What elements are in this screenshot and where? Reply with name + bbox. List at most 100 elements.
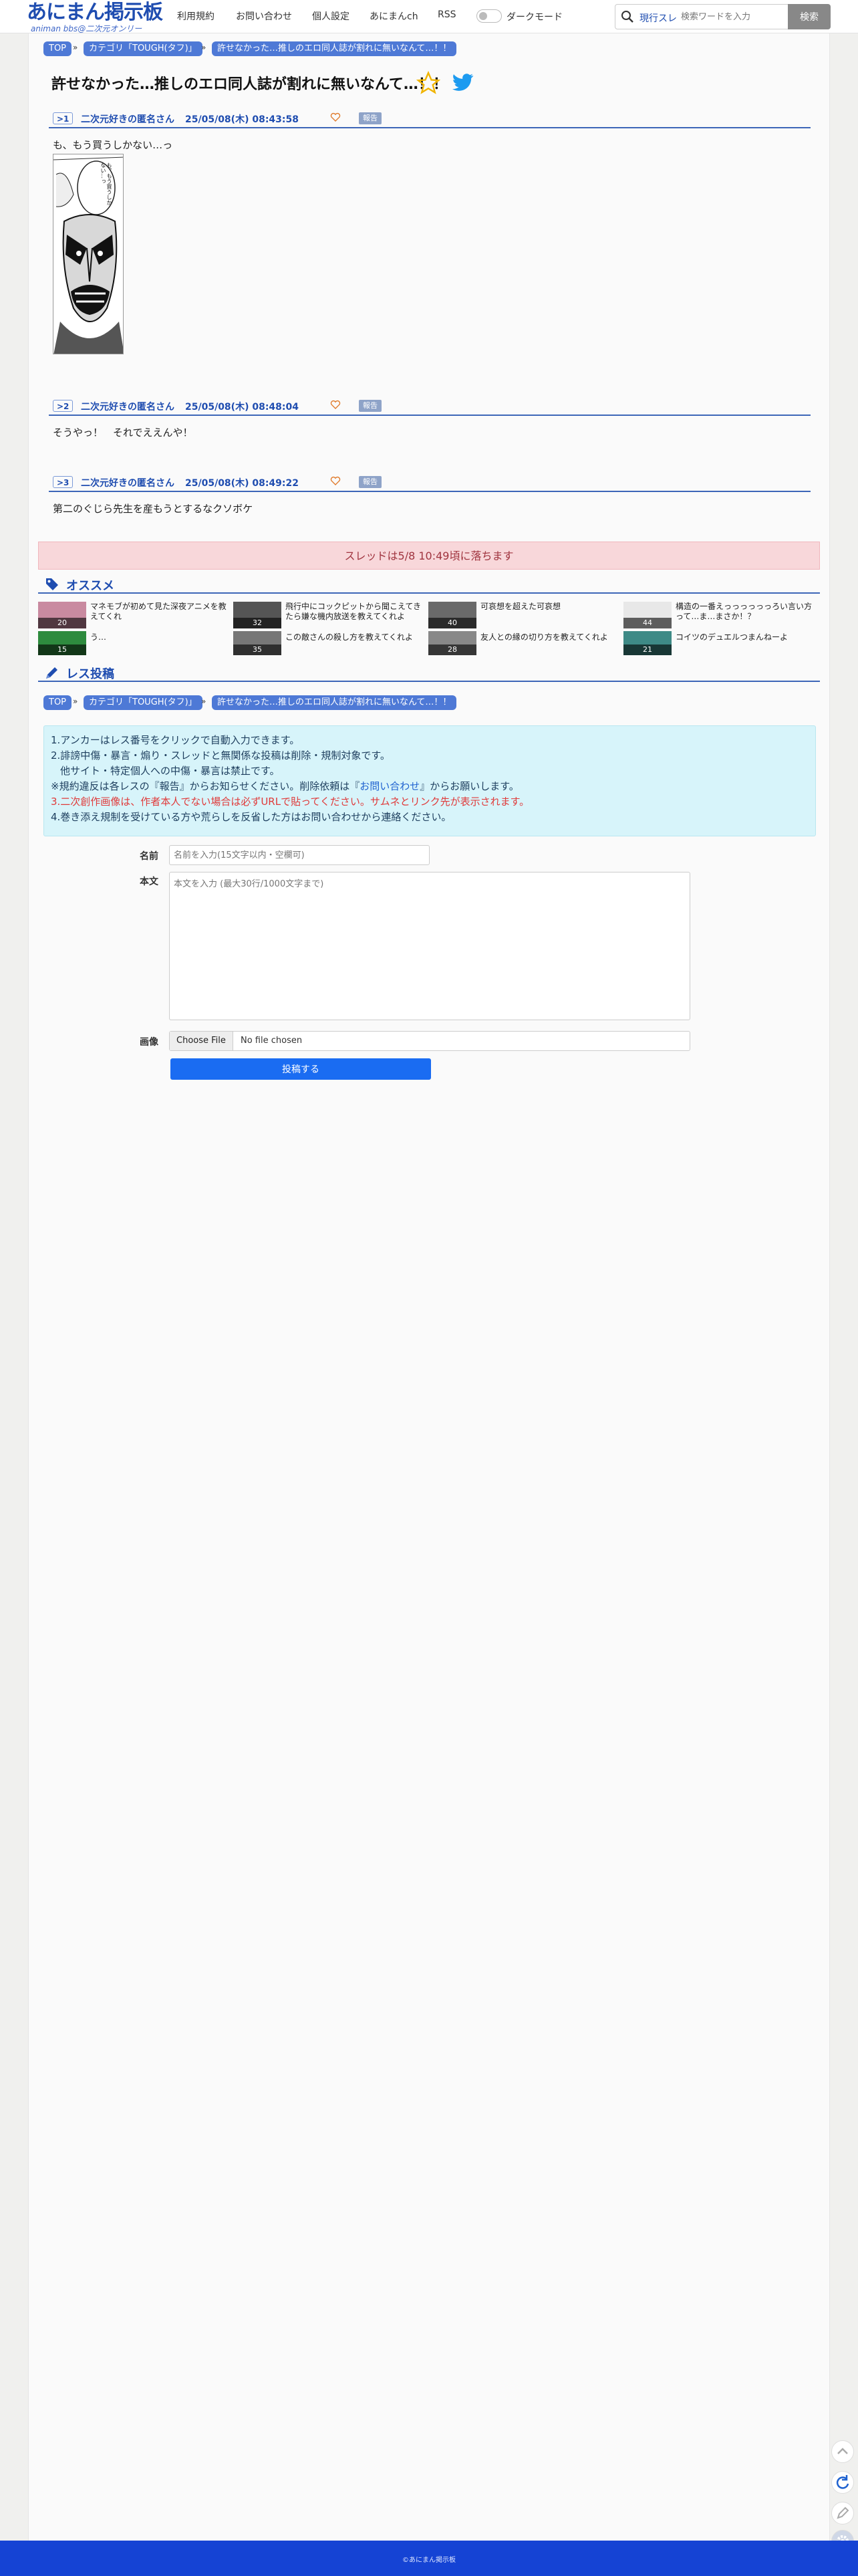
reply-form-title: レス投稿 bbox=[66, 667, 114, 681]
scroll-top-button[interactable] bbox=[831, 2440, 854, 2463]
posting-rules: 1.アンカーはレス番号をクリックで自動入力できます。 2.誹謗中傷・暴言・煽り・… bbox=[43, 725, 816, 836]
thread-thumbnail: 21 bbox=[623, 631, 672, 655]
post-header: >3 二次元好きの匿名さん 25/05/08(木) 08:49:22 報告 bbox=[49, 472, 811, 492]
thread-thumbnail: 35 bbox=[233, 631, 281, 655]
post-image[interactable]: も、もう買うしかない…っ bbox=[53, 154, 124, 354]
reply-count: 35 bbox=[233, 645, 281, 655]
manga-speech-text: も、もう買うしかない…っ bbox=[100, 162, 112, 205]
reply-count: 28 bbox=[428, 645, 476, 655]
thread-title: コイツのデュエルつまんねーよ bbox=[676, 632, 789, 642]
breadcrumb-top[interactable]: TOP bbox=[43, 695, 72, 710]
reply-count: 15 bbox=[38, 645, 86, 655]
main-content: TOP » カテゴリ「TOUGH(タフ)」 » 許せなかった…推しのエロ同人誌が… bbox=[28, 33, 830, 2541]
image-file-input[interactable]: Choose File No file chosen bbox=[169, 1031, 690, 1051]
report-button[interactable]: 報告 bbox=[359, 476, 382, 488]
recommend-title: オススメ bbox=[66, 579, 114, 593]
toggle-knob bbox=[479, 12, 487, 20]
nav-terms[interactable]: 利用規約 bbox=[177, 9, 214, 23]
post-3: >3 二次元好きの匿名さん 25/05/08(木) 08:49:22 報告 第二… bbox=[49, 472, 811, 525]
thread-title: 可哀想を超えた可哀想 bbox=[480, 602, 561, 611]
reply-count: 40 bbox=[428, 618, 476, 628]
thread-thumbnail: 28 bbox=[428, 631, 476, 655]
thread-thumbnail: 32 bbox=[233, 602, 281, 628]
favorite-star-icon[interactable] bbox=[416, 71, 440, 95]
name-field[interactable] bbox=[169, 845, 430, 865]
thread-title: 友人との縁の切り方を教えてくれよ bbox=[480, 632, 608, 642]
reply-count: 20 bbox=[38, 618, 86, 628]
thread-expiry-banner: スレッドは5/8 10:49頃に落ちます bbox=[38, 542, 820, 570]
arrow-up-icon bbox=[837, 2448, 848, 2454]
thread-title: 構造の一番えっっっっっっろい言い方って…ま…まさか！？ bbox=[676, 602, 813, 621]
res-number[interactable]: >1 bbox=[53, 112, 74, 124]
nav-rss[interactable]: RSS bbox=[438, 9, 456, 20]
recommend-item[interactable]: 20 マネモブが初めて見た深夜アニメを教えてくれ 15 う… bbox=[38, 602, 232, 655]
body-textarea[interactable] bbox=[169, 872, 690, 1020]
search-input[interactable] bbox=[681, 7, 788, 26]
image-label: 画像 bbox=[140, 1037, 158, 1048]
nav-animanch[interactable]: あにまんch bbox=[370, 9, 418, 23]
submit-button[interactable]: 投稿する bbox=[170, 1058, 431, 1080]
dark-mode-toggle[interactable] bbox=[476, 9, 502, 23]
res-number[interactable]: >3 bbox=[53, 476, 74, 488]
post-header: >2 二次元好きの匿名さん 25/05/08(木) 08:48:04 報告 bbox=[49, 396, 811, 416]
reply-count: 44 bbox=[623, 618, 672, 628]
logo-title: あにまん掲示板 bbox=[27, 1, 163, 24]
rule-line: 他サイト・特定個人への中傷・暴言は禁止です。 bbox=[60, 765, 280, 777]
recommend-item[interactable]: 32 飛行中にコックピットから聞こえてきたら嫌な機内放送を教えてくれよ 35 こ… bbox=[233, 602, 427, 655]
post-body: そうやっ！ それでええんや！ bbox=[53, 427, 193, 439]
top-bar: あにまん掲示板 animan bbs@二次元オンリー 利用規約 お問い合わせ 個… bbox=[0, 0, 858, 33]
name-label: 名前 bbox=[140, 851, 158, 862]
tag-icon bbox=[46, 578, 58, 590]
res-number[interactable]: >2 bbox=[53, 400, 74, 412]
report-button[interactable]: 報告 bbox=[359, 112, 382, 124]
thread-thumbnail: 44 bbox=[623, 602, 672, 628]
breadcrumb-category[interactable]: カテゴリ「TOUGH(タフ)」 bbox=[84, 41, 202, 56]
search-icon bbox=[621, 11, 633, 23]
like-heart-icon[interactable] bbox=[329, 398, 341, 411]
post-1: >1 二次元好きの匿名さん 25/05/08(木) 08:43:58 報告 も、… bbox=[49, 108, 811, 161]
breadcrumb-thread[interactable]: 許せなかった…推しのエロ同人誌が割れに無いなんて…！！ bbox=[212, 695, 457, 710]
search-mode-select[interactable]: 現行スレ bbox=[639, 11, 677, 25]
write-button[interactable] bbox=[831, 2502, 854, 2525]
pencil-icon bbox=[837, 2506, 849, 2519]
breadcrumb-separator: » bbox=[73, 43, 78, 52]
thread-thumbnail: 40 bbox=[428, 602, 476, 628]
report-button[interactable]: 報告 bbox=[359, 400, 382, 412]
breadcrumb-separator: » bbox=[73, 697, 78, 706]
post-time: 25/05/08(木) 08:43:58 bbox=[185, 114, 299, 125]
reply-count: 32 bbox=[233, 618, 281, 628]
thread-title: この敵さんの殺し方を教えてくれよ bbox=[285, 632, 414, 642]
like-heart-icon[interactable] bbox=[329, 475, 341, 487]
twitter-share-icon[interactable] bbox=[450, 70, 475, 95]
breadcrumb-thread[interactable]: 許せなかった…推しのエロ同人誌が割れに無いなんて…！！ bbox=[212, 41, 457, 56]
thread-thumbnail: 20 bbox=[38, 602, 86, 628]
nav-contact[interactable]: お問い合わせ bbox=[236, 9, 292, 23]
poster-name: 二次元好きの匿名さん bbox=[81, 114, 174, 125]
breadcrumb-separator: » bbox=[201, 43, 206, 52]
rule-line: 2.誹謗中傷・暴言・煽り・スレッドと無関係な投稿は削除・規制対象です。 bbox=[51, 749, 390, 762]
site-logo[interactable]: あにまん掲示板 animan bbs@二次元オンリー bbox=[27, 1, 164, 34]
thread-title: う… bbox=[90, 632, 107, 642]
recommend-item[interactable]: 44 構造の一番えっっっっっっろい言い方って…ま…まさか！？ 21 コイツのデュ… bbox=[623, 602, 817, 655]
rule-line: 3.二次創作画像は、作者本人でない場合は必ずURLで貼ってください。サムネとリン… bbox=[51, 796, 530, 808]
rule-line: 1.アンカーはレス番号をクリックで自動入力できます。 bbox=[51, 734, 300, 746]
recommend-item[interactable]: 40 可哀想を超えた可哀想 28 友人との縁の切り方を教えてくれよ bbox=[428, 602, 622, 655]
logo-subtitle: animan bbs@二次元オンリー bbox=[31, 24, 142, 33]
post-body: 第二のぐじら先生を産もうとするなクソボケ bbox=[53, 503, 253, 515]
post-time: 25/05/08(木) 08:48:04 bbox=[185, 402, 299, 413]
contact-link[interactable]: お問い合わせ bbox=[360, 780, 420, 792]
search-button[interactable]: 検索 bbox=[788, 4, 831, 29]
body-label: 本文 bbox=[140, 876, 158, 887]
breadcrumb-category[interactable]: カテゴリ「TOUGH(タフ)」 bbox=[84, 695, 202, 710]
dark-mode-label: ダークモード bbox=[507, 12, 563, 23]
choose-file-button[interactable]: Choose File bbox=[170, 1032, 233, 1050]
pencil-icon bbox=[46, 667, 57, 679]
like-heart-icon[interactable] bbox=[329, 111, 341, 123]
reload-button[interactable] bbox=[831, 2471, 854, 2494]
thread-title: マネモブが初めて見た深夜アニメを教えてくれ bbox=[90, 602, 227, 621]
breadcrumb-top[interactable]: TOP bbox=[43, 41, 72, 56]
rule-text: 』からお願いします。 bbox=[420, 780, 519, 792]
post-2: >2 二次元好きの匿名さん 25/05/08(木) 08:48:04 報告 そう… bbox=[49, 396, 811, 449]
rule-text: ※規約違反は各レスの『報告』からお知らせください。削除依頼は『 bbox=[51, 780, 360, 792]
nav-settings[interactable]: 個人設定 bbox=[312, 9, 349, 23]
